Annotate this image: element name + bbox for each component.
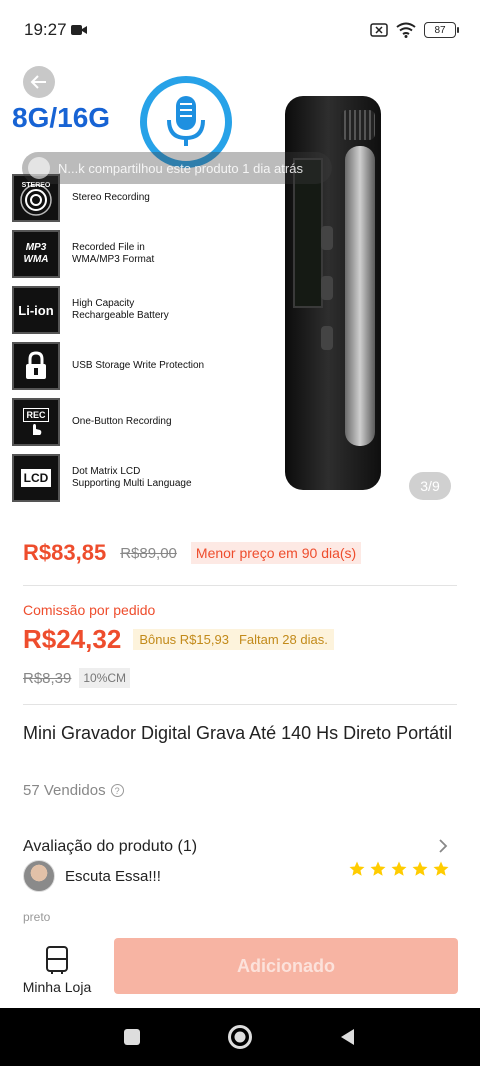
review-variant: preto — [23, 910, 51, 924]
sharer-avatar — [28, 157, 50, 179]
product-title: Mini Gravador Digital Grava Até 140 Hs D… — [23, 723, 453, 743]
star-icon — [349, 861, 365, 876]
feature-label: Dot Matrix LCD Supporting Multi Language — [72, 466, 192, 489]
mp3-wma-icon-text: MP3 WMA — [23, 242, 49, 265]
status-icons: 87 — [370, 22, 459, 38]
lcd-icon: LCD — [12, 454, 60, 502]
my-store-label: Minha Loja — [22, 979, 92, 995]
share-notification-text: N...k compartilhou este produto 1 dia at… — [58, 160, 303, 176]
star-icon — [412, 861, 428, 876]
lowest-price-badge: Menor preço em 90 dia(s) — [190, 542, 362, 564]
li-ion-icon-text: Li-ion — [18, 302, 54, 318]
device-button — [321, 276, 333, 300]
microphone-icon — [167, 96, 205, 146]
star-icon — [433, 861, 449, 876]
feature-label: USB Storage Write Protection — [72, 360, 205, 371]
status-time-group: 19:27 — [24, 20, 87, 40]
lcd-icon-text: LCD — [20, 469, 52, 487]
bonus-amount: Bônus R$15,93 — [139, 632, 229, 647]
original-price: R$89,00 — [120, 544, 177, 562]
battery-icon: 87 — [424, 22, 459, 38]
image-page-indicator: 3/9 — [409, 472, 451, 500]
back-nav-icon[interactable] — [338, 1027, 358, 1047]
divider — [23, 704, 457, 705]
feature-item: Li-ion High Capacity Rechargeable Batter… — [12, 286, 242, 334]
system-navigation-bar — [0, 1008, 480, 1066]
device-button — [321, 326, 333, 350]
battery-level: 87 — [434, 24, 446, 36]
review-item: Escuta Essa!!! — [23, 860, 161, 892]
feature-item: LCD Dot Matrix LCD Supporting Multi Lang… — [12, 454, 242, 502]
status-time: 19:27 — [24, 20, 67, 39]
commission-label: Comissão por pedido — [23, 602, 156, 618]
store-icon — [46, 946, 68, 974]
device-side-controls — [345, 146, 375, 446]
my-store-button[interactable]: Minha Loja — [16, 940, 98, 1000]
old-commission: R$8,39 — [23, 669, 72, 687]
feature-label: High Capacity Rechargeable Battery — [72, 298, 169, 321]
wifi-icon — [396, 22, 416, 38]
feature-label: Stereo Recording — [72, 192, 150, 203]
rec-button-icon: REC — [12, 398, 60, 446]
product-rating-header[interactable]: Avaliação do produto (1) — [23, 838, 197, 856]
feature-label: Recorded File in WMA/MP3 Format — [72, 242, 155, 265]
help-icon[interactable]: ? — [110, 784, 124, 797]
lock-icon — [12, 342, 60, 390]
divider — [23, 585, 457, 586]
commission-value: R$24,32 — [23, 624, 122, 654]
current-price: R$83,85 — [23, 540, 107, 565]
price-row: R$83,85 R$89,00 Menor preço em 90 dia(s) — [23, 540, 362, 566]
feature-item: USB Storage Write Protection — [12, 342, 242, 390]
arrow-left-icon — [30, 75, 46, 89]
star-icon — [391, 861, 407, 876]
commission-row: R$24,32 Bônus R$15,93 Faltam 28 dias. — [23, 624, 334, 655]
bonus-badge: Bônus R$15,93 Faltam 28 dias. — [133, 629, 334, 650]
added-button[interactable]: Adicionado — [114, 938, 458, 994]
chevron-right-icon[interactable] — [437, 838, 449, 854]
status-bar: 19:27 87 — [0, 0, 480, 60]
feature-label: One-Button Recording — [72, 416, 172, 427]
commission-rate-badge: 10%CM — [79, 668, 131, 688]
sold-count: 57 Vendidos — [23, 782, 106, 799]
reviewer-avatar — [23, 860, 55, 892]
bottom-action-bar: Minha Loja Adicionado — [0, 930, 480, 1008]
review-text: Escuta Essa!!! — [65, 867, 161, 885]
li-ion-icon: Li-ion — [12, 286, 60, 334]
brand-capacity-text: 8G/16G — [12, 102, 111, 133]
sold-count-row: 57 Vendidos ? — [23, 782, 124, 799]
rec-icon-text: REC — [23, 408, 49, 422]
mp3-wma-icon: MP3 WMA — [12, 230, 60, 278]
feature-item: REC One-Button Recording — [12, 398, 242, 446]
device-button — [321, 226, 333, 250]
commission-rate-row: R$8,39 10%CM — [23, 668, 131, 688]
star-icon — [370, 861, 386, 876]
video-camera-icon — [70, 25, 87, 35]
sim-off-icon — [370, 23, 388, 37]
feature-item: MP3 WMA Recorded File in WMA/MP3 Format — [12, 230, 242, 278]
rating-stars — [348, 860, 450, 878]
back-button[interactable] — [23, 66, 55, 98]
bonus-days-left: Faltam 28 dias. — [238, 632, 328, 647]
recents-icon[interactable] — [122, 1027, 142, 1047]
share-notification: N...k compartilhou este produto 1 dia at… — [22, 152, 332, 184]
product-image-carousel[interactable]: 8G/16G N...k compartilhou este produto 1… — [0, 60, 480, 520]
home-icon[interactable] — [227, 1024, 253, 1050]
device-grill — [341, 110, 375, 140]
